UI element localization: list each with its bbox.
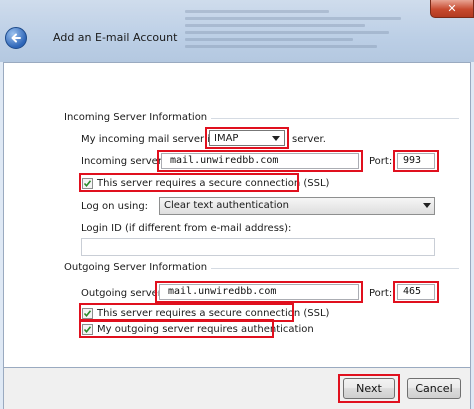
login-id-label: Login ID (if different from e-mail addre… — [81, 223, 292, 234]
outgoing-port-label: Port: — [369, 288, 393, 299]
outgoing-server-input[interactable]: mail.unwiredbb.com — [159, 284, 359, 300]
incoming-port-label: Port: — [369, 156, 393, 167]
outgoing-ssl-label: This server requires a secure connection… — [97, 307, 330, 319]
logon-method-dropdown[interactable]: Clear text authentication — [159, 197, 435, 215]
outgoing-server-label: Outgoing server: — [81, 288, 166, 299]
incoming-server-label: Incoming server: — [81, 156, 166, 167]
server-type-prefix: My incoming mail server is a — [81, 134, 225, 145]
outgoing-auth-checkbox-row[interactable]: My outgoing server requires authenticati… — [82, 322, 314, 336]
settings-panel: Incoming Server Information My incoming … — [3, 62, 471, 368]
checkmark-icon — [83, 309, 92, 317]
server-type-dropdown[interactable]: IMAP — [209, 130, 285, 146]
outgoing-ssl-checkbox-row[interactable]: This server requires a secure connection… — [82, 306, 329, 320]
back-button[interactable] — [5, 27, 27, 49]
checkmark-icon — [83, 179, 92, 187]
incoming-ssl-checkbox[interactable] — [82, 177, 93, 189]
incoming-section-title: Incoming Server Information — [64, 112, 212, 123]
outgoing-port-input[interactable]: 465 — [397, 284, 435, 300]
checkmark-icon — [83, 325, 92, 333]
title-bar: ✕ Add an E-mail Account — [0, 0, 474, 62]
logon-method-value: Clear text authentication — [164, 200, 289, 211]
back-arrow-icon — [11, 33, 21, 43]
dialog-footer: Next Cancel — [3, 368, 471, 409]
outgoing-auth-label: My outgoing server requires authenticati… — [97, 323, 314, 335]
incoming-server-input[interactable]: mail.unwiredbb.com — [161, 153, 359, 169]
server-type-suffix: server. — [292, 134, 326, 145]
login-id-input[interactable] — [81, 238, 435, 256]
cancel-button[interactable]: Cancel — [407, 378, 461, 399]
chevron-down-icon — [423, 203, 431, 208]
outgoing-auth-checkbox[interactable] — [82, 323, 93, 335]
dialog-title: Add an E-mail Account — [53, 31, 178, 44]
incoming-port-input[interactable]: 993 — [397, 153, 435, 169]
close-icon: ✕ — [447, 2, 457, 15]
close-button[interactable]: ✕ — [430, 0, 474, 18]
outgoing-section-title: Outgoing Server Information — [64, 262, 212, 273]
incoming-ssl-checkbox-row[interactable]: This server requires a secure connection… — [82, 176, 329, 190]
chevron-down-icon — [272, 136, 280, 141]
server-type-value: IMAP — [214, 133, 239, 144]
next-button[interactable]: Next — [343, 378, 395, 399]
outgoing-ssl-checkbox[interactable] — [82, 307, 93, 319]
logon-label: Log on using: — [81, 201, 149, 212]
background-window-ghost — [185, 6, 425, 56]
incoming-ssl-label: This server requires a secure connection… — [97, 177, 330, 189]
